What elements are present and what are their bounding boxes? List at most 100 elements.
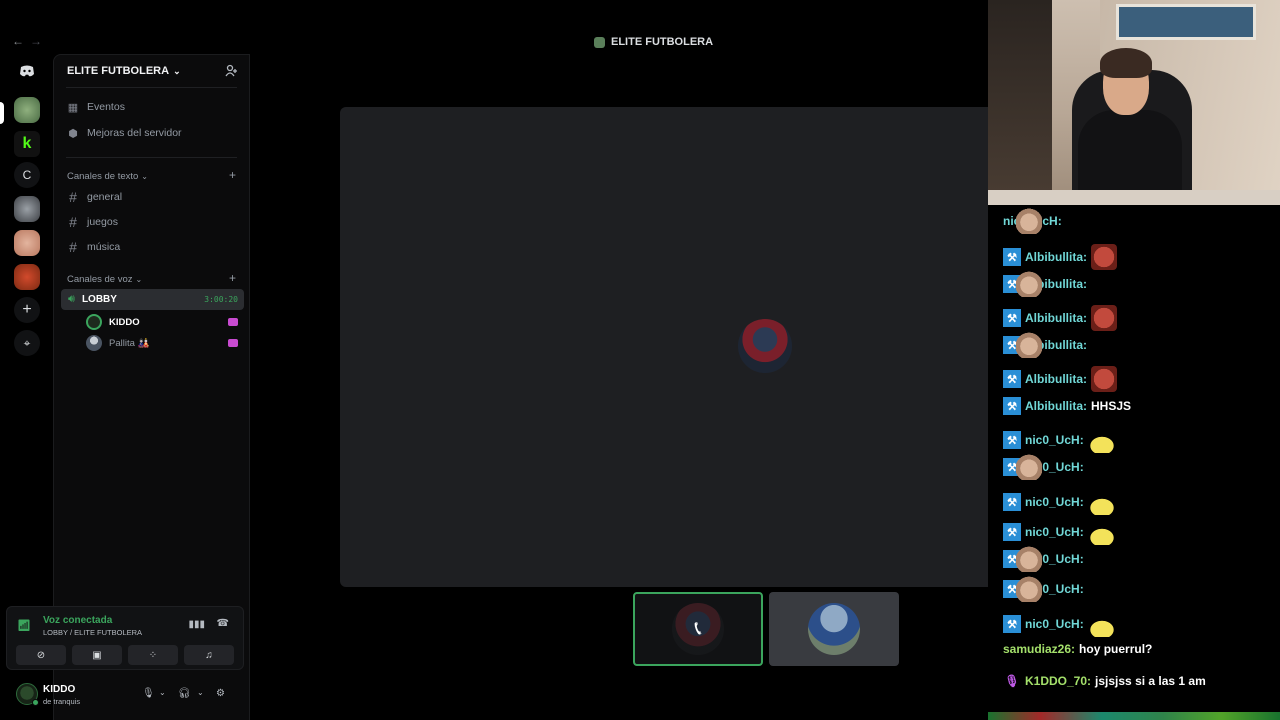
server-3[interactable] <box>14 196 40 222</box>
participant-avatar <box>808 603 860 655</box>
duck-emote-icon <box>1087 619 1116 637</box>
focused-user-avatar <box>738 319 792 373</box>
chevron-down-icon[interactable]: ⌄ <box>159 688 166 697</box>
avatar <box>86 314 102 330</box>
disconnect-icon[interactable]: ☎ <box>217 618 229 629</box>
noise-suppression-icon[interactable]: ▮▮▮ <box>188 619 205 630</box>
share-screen-button[interactable]: ▣ <box>72 645 122 665</box>
chat-username[interactable]: K1DDO_70: <box>1025 674 1091 688</box>
events-label: Eventos <box>87 101 125 113</box>
server-4[interactable] <box>14 230 40 256</box>
add-text-channel-icon[interactable]: + <box>229 168 236 182</box>
nav-divider <box>66 157 237 158</box>
cat-emote-icon <box>1016 271 1042 297</box>
chat-message: 🎙︎ K1DDO_70: jsjsjss si a las 1 am <box>1003 672 1205 690</box>
chat-message: ⚒ Albibullita: HHSJS <box>1003 397 1131 415</box>
voice-channel-lobby[interactable]: 🔊︎ LOBBY 3:00:20 <box>61 289 244 310</box>
voice-category[interactable]: Canales de voz ⌄ <box>67 274 142 285</box>
chevron-down-icon[interactable]: ⌄ <box>197 688 204 697</box>
soundboard-button[interactable]: ♫ <box>184 645 234 665</box>
vip-badge-icon: ⚒ <box>1003 248 1021 266</box>
face-emote-icon <box>1091 305 1117 331</box>
settings-gear-icon[interactable]: ⚙ <box>216 688 225 699</box>
chat-message: nic0_UcH: <box>1003 208 1062 234</box>
chat-username[interactable]: nic0_UcH: <box>1025 525 1084 539</box>
duck-emote-icon <box>1087 497 1116 515</box>
channel-musica[interactable]: # música <box>67 239 120 255</box>
add-server-icon[interactable]: + <box>14 297 40 323</box>
activities-button[interactable]: ⁘ <box>128 645 178 665</box>
hash-icon: # <box>69 214 77 230</box>
boost-icon: ⬢ <box>68 127 78 140</box>
screen-share-icon: ▣ <box>92 649 102 661</box>
headphones-icon[interactable]: 🎧︎ <box>178 688 191 699</box>
screen: ←→ ELITE FUTBOLERA k C + ⌖ ELITE FUTBOLE… <box>0 0 1280 720</box>
add-voice-channel-icon[interactable]: + <box>229 271 236 285</box>
events-item[interactable]: ▦ Eventos <box>67 101 125 114</box>
chevron-down-icon: ⌄ <box>173 65 181 76</box>
chat-username[interactable]: samudiaz26: <box>1003 642 1075 656</box>
microphone-icon[interactable]: 🎙︎ <box>142 688 155 699</box>
voice-category-label: Canales de voz <box>67 274 133 285</box>
focused-stream[interactable] <box>340 107 988 587</box>
participant-tile-other[interactable] <box>769 592 899 666</box>
server-header[interactable]: ELITE FUTBOLERA ⌄ <box>67 65 181 77</box>
chat-message: samudiaz26: hoy puerrul? <box>1003 642 1152 656</box>
chat-username[interactable]: nic0_UcH: <box>1025 495 1084 509</box>
user-status-text[interactable]: de tranquis <box>43 697 80 706</box>
calendar-icon: ▦ <box>67 101 79 114</box>
streamer-hair <box>1100 48 1152 78</box>
server-5[interactable] <box>14 264 40 290</box>
chat-username[interactable]: Albibullita: <box>1025 250 1087 264</box>
signal-icon[interactable]: 📶︎ <box>17 619 31 632</box>
invite-people-icon[interactable] <box>225 64 239 78</box>
voice-status-title[interactable]: Voz conectada <box>43 615 112 626</box>
voice-member-kiddo[interactable]: KIDDO <box>86 313 238 331</box>
chat-username[interactable]: nic0_UcH: <box>1025 617 1084 631</box>
user-panel: KIDDO de tranquis 🎙︎ ⌄ 🎧︎ ⌄ ⚙ <box>6 676 244 712</box>
voice-stage-area: 📞︎ <box>251 54 988 720</box>
vip-badge-icon: ⚒ <box>1003 370 1021 388</box>
discord-home-icon[interactable] <box>14 58 40 84</box>
duck-emote-icon <box>1087 527 1116 545</box>
server-kick[interactable]: k <box>14 131 40 157</box>
vip-badge-icon: ⚒ <box>1003 431 1021 449</box>
channel-name: juegos <box>87 216 118 228</box>
camera-off-icon: ⊘ <box>36 649 46 661</box>
explore-icon[interactable]: ⌖ <box>14 330 40 356</box>
chat-message: ⚒ Albibullita: <box>1003 332 1087 358</box>
member-name: KIDDO <box>109 316 140 328</box>
channel-juegos[interactable]: # juegos <box>67 214 118 230</box>
server-c[interactable]: C <box>14 162 40 188</box>
chat-username[interactable]: nic0_UcH: <box>1025 433 1084 447</box>
user-name[interactable]: KIDDO <box>43 684 75 695</box>
webcam-shelf <box>988 0 1052 205</box>
server-name: ELITE FUTBOLERA <box>67 65 170 77</box>
text-category-label: Canales de texto <box>67 171 139 182</box>
chat-username[interactable]: Albibullita: <box>1025 372 1087 386</box>
chat-text: HHSJS <box>1091 399 1132 413</box>
voice-member-pallita[interactable]: Pallita 🎎 <box>86 334 238 352</box>
chat-message: ⚒ nic0_UcH: <box>1003 576 1084 602</box>
selected-server-pip <box>0 102 4 124</box>
boosts-item[interactable]: ⬢ Mejoras del servidor <box>67 127 181 140</box>
chat-username[interactable]: Albibullita: <box>1025 311 1087 325</box>
participant-tile-self[interactable]: 📞︎ <box>633 592 763 666</box>
streaming-badge-icon <box>228 339 238 347</box>
chat-text: hoy puerrul? <box>1079 642 1153 656</box>
face-emote-icon <box>1091 366 1117 392</box>
duck-emote-icon <box>1087 435 1116 453</box>
forward-arrow-icon[interactable]: → <box>30 34 48 48</box>
chat-message: ⚒ Albibullita: <box>1003 305 1117 331</box>
channel-name: música <box>87 241 121 253</box>
chat-username[interactable]: Albibullita: <box>1025 399 1087 413</box>
channel-general[interactable]: # general <box>67 189 122 205</box>
server-elite-futbolera[interactable] <box>14 97 40 123</box>
voice-status-subtitle[interactable]: LOBBY / ELITE FUTBOLERA <box>43 628 142 637</box>
text-category[interactable]: Canales de texto ⌄ <box>67 171 148 182</box>
chat-message: ⚒ Albibullita: <box>1003 366 1117 392</box>
camera-off-button[interactable]: ⊘ <box>16 645 66 665</box>
cat-emote-icon <box>1016 332 1042 358</box>
title-bar: ←→ ELITE FUTBOLERA <box>0 0 988 54</box>
back-arrow-icon[interactable]: ← <box>12 34 30 48</box>
